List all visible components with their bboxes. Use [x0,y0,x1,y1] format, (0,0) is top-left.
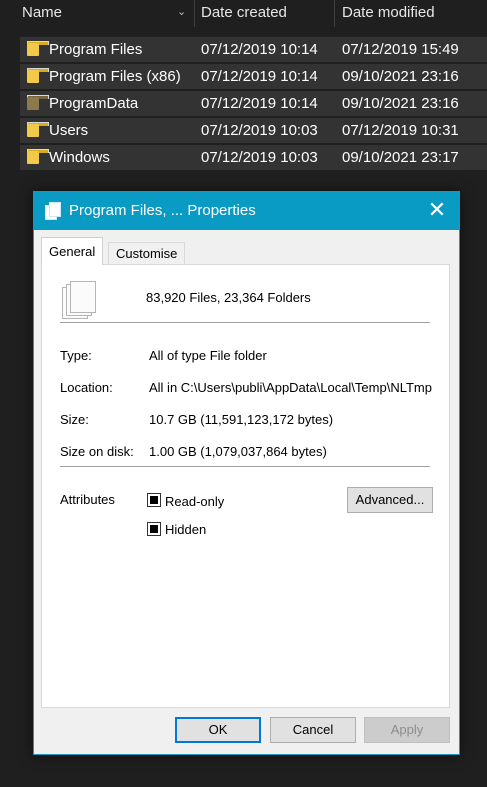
close-icon[interactable]: ✕ [425,198,449,222]
list-item[interactable]: Program Files (x86) 07/12/2019 10:14 09/… [20,64,487,89]
type-label: Type: [60,348,92,363]
dialog-title: Program Files, ... Properties [69,202,256,219]
column-header-bar: ⌃ Name ⌄ Date created Date modified [0,0,487,27]
size-on-disk-label: Size on disk: [60,444,134,459]
file-list: Program Files 07/12/2019 10:14 07/12/201… [20,37,487,172]
item-name: Users [49,122,89,139]
list-item[interactable]: ProgramData 07/12/2019 10:14 09/10/2021 … [20,91,487,116]
item-name: Program Files [49,41,143,58]
item-date-created: 07/12/2019 10:14 [201,95,318,112]
properties-icon [45,202,61,220]
column-header-name[interactable]: Name [22,4,62,21]
attributes-label: Attributes [60,492,115,507]
chevron-down-icon[interactable]: ⌄ [177,5,186,18]
column-divider[interactable] [194,0,195,27]
location-label: Location: [60,380,113,395]
divider [60,466,430,467]
item-name: Program Files (x86) [49,68,181,85]
folder-icon [27,41,49,56]
item-name: Windows [49,149,110,166]
readonly-checkbox[interactable] [147,493,161,507]
size-label: Size: [60,412,89,427]
apply-button[interactable]: Apply [364,717,450,743]
properties-dialog: Program Files, ... Properties ✕ General … [33,191,460,755]
column-divider[interactable] [334,0,335,27]
size-value: 10.7 GB (11,591,123,172 bytes) [149,412,334,427]
column-header-date-created[interactable]: Date created [201,4,287,21]
multiple-files-icon [62,281,96,319]
location-value: All in C:\Users\publi\AppData\Local\Temp… [149,380,432,395]
list-item[interactable]: Users 07/12/2019 10:03 07/12/2019 10:31 [20,118,487,143]
folder-icon [27,149,49,164]
readonly-label[interactable]: Read-only [165,494,224,509]
file-count-summary: 83,920 Files, 23,364 Folders [146,290,311,305]
divider [60,322,430,323]
tab-customise[interactable]: Customise [108,242,186,264]
hidden-checkbox[interactable] [147,522,161,536]
item-date-modified: 09/10/2021 23:17 [342,149,459,166]
general-panel: 83,920 Files, 23,364 Folders Type: All o… [41,264,450,708]
folder-icon [27,68,49,83]
list-item[interactable]: Windows 07/12/2019 10:03 09/10/2021 23:1… [20,145,487,170]
item-date-created: 07/12/2019 10:14 [201,68,318,85]
size-on-disk-value: 1.00 GB (1,079,037,864 bytes) [149,444,327,459]
item-date-modified: 07/12/2019 10:31 [342,122,459,139]
tab-general[interactable]: General [41,237,104,265]
cancel-button[interactable]: Cancel [270,717,356,743]
advanced-button[interactable]: Advanced... [347,487,433,513]
ok-button[interactable]: OK [175,717,261,743]
item-date-created: 07/12/2019 10:03 [201,149,318,166]
item-date-modified: 07/12/2019 15:49 [342,41,459,58]
item-date-created: 07/12/2019 10:03 [201,122,318,139]
item-date-modified: 09/10/2021 23:16 [342,68,459,85]
sort-arrow-icon: ⌃ [96,0,104,4]
type-value: All of type File folder [149,348,267,363]
item-date-modified: 09/10/2021 23:16 [342,95,459,112]
hidden-label[interactable]: Hidden [165,522,206,537]
item-name: ProgramData [49,95,139,112]
item-date-created: 07/12/2019 10:14 [201,41,318,58]
folder-icon [27,122,49,137]
list-item[interactable]: Program Files 07/12/2019 10:14 07/12/201… [20,37,487,62]
hidden-folder-icon [27,95,49,110]
column-header-date-modified[interactable]: Date modified [342,4,435,21]
dialog-titlebar[interactable]: Program Files, ... Properties ✕ [34,192,459,230]
